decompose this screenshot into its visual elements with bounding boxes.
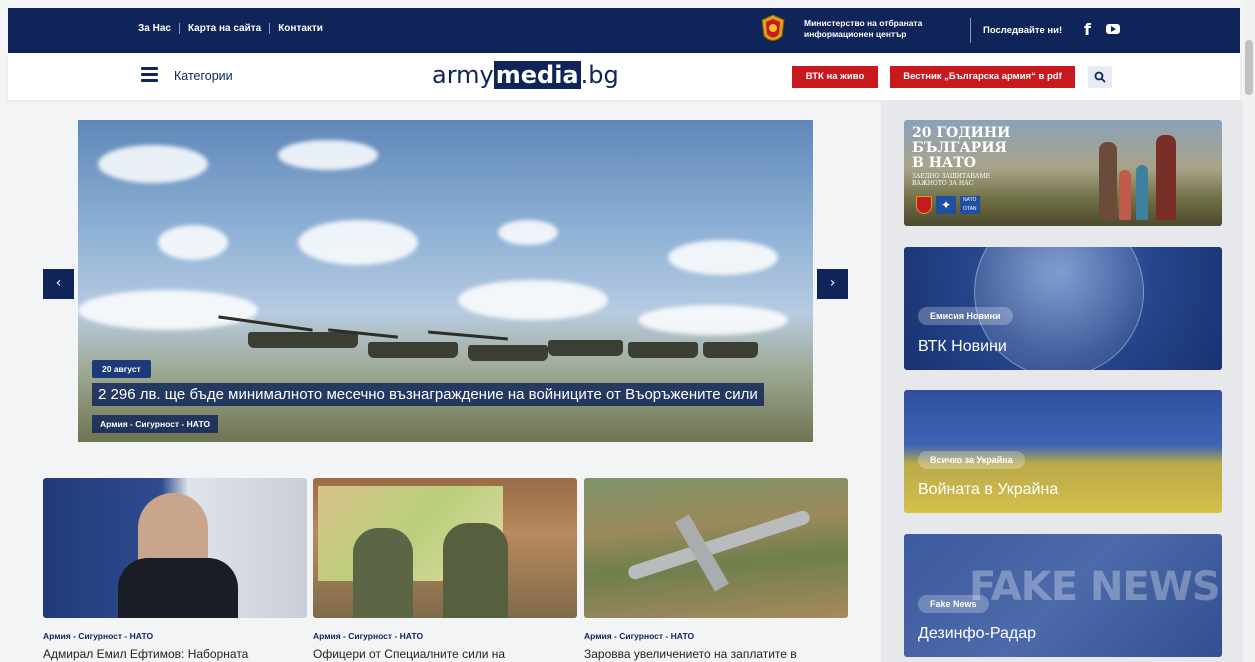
vtk-label: Емисия Новини: [918, 307, 1013, 325]
categories-label[interactable]: Категории: [174, 69, 233, 83]
ukraine-title: Войната в Украйна: [918, 481, 1059, 498]
family-figure: [1099, 142, 1117, 220]
nato-line-1: 20 ГОДИНИ: [912, 125, 1011, 141]
tank: [468, 345, 548, 361]
scrollbar[interactable]: [1243, 0, 1255, 662]
card-category[interactable]: Армия - Сигурност - НАТО: [584, 631, 848, 641]
menu-icon[interactable]: [141, 67, 158, 82]
soldier-figure: [443, 523, 508, 618]
slider-prev-button[interactable]: ‹: [43, 269, 74, 299]
logo-army: army: [432, 61, 494, 89]
facebook-icon[interactable]: f: [1084, 20, 1091, 39]
nato-star-icon: ✦: [936, 196, 956, 214]
cloud: [458, 280, 608, 320]
nato-badge-line-2: OTAN: [963, 206, 977, 212]
page: За Нас Карта на сайта Контакти Министерс…: [0, 0, 1255, 662]
slider-next-button[interactable]: ›: [817, 269, 848, 299]
card-title[interactable]: Адмирал Емил Ефтимов: Наборната: [43, 647, 307, 661]
card-image: [313, 478, 577, 618]
cloud: [638, 305, 788, 335]
hero-category-badge[interactable]: Армия - Сигурност - НАТО: [92, 415, 219, 433]
hero-date-badge: 20 август: [92, 360, 151, 378]
top-links: За Нас Карта на сайта Контакти: [138, 23, 331, 34]
bulgaria-crest-icon: [916, 196, 932, 214]
card-title[interactable]: Офицери от Специалните сили на: [313, 647, 577, 661]
top-bar: За Нас Карта на сайта Контакти Министерс…: [8, 8, 1240, 53]
divider: [970, 18, 971, 43]
family-figure: [1156, 135, 1176, 220]
about-link[interactable]: За Нас: [138, 23, 179, 34]
card-category[interactable]: Армия - Сигурност - НАТО: [43, 631, 307, 641]
nato-banner[interactable]: 20 ГОДИНИ БЪЛГАРИЯ В НАТО ЗАЕДНО ЗАЩИТАВ…: [904, 120, 1222, 226]
search-button[interactable]: [1088, 66, 1112, 88]
family-figure: [1136, 165, 1148, 220]
cloud: [498, 220, 558, 245]
nato-badge: NATO OTAN: [960, 196, 980, 214]
nato-badge-line-1: NATO: [963, 197, 977, 203]
site-logo[interactable]: armymedia.bg: [432, 61, 619, 89]
cloud: [278, 140, 378, 170]
news-card[interactable]: Армия - Сигурност - НАТО Заровва увеличе…: [584, 478, 848, 661]
uniform: [118, 558, 238, 618]
cloud: [98, 145, 208, 183]
logo-media: media: [493, 61, 581, 89]
hero-headline[interactable]: 2 296 лв. ще бъде минималното месечно въ…: [92, 383, 764, 406]
ministry-text[interactable]: Министерство на отбраната информационен …: [804, 18, 969, 40]
nato-banner-subtitle: ЗАЕДНО ЗАЩИТАВАМЕ ВАЖНОТО ЗА НАС: [912, 173, 990, 187]
ukraine-label: Всичко за Украйна: [918, 451, 1025, 469]
fake-news-watermark: FAKE NEWS: [969, 564, 1221, 610]
nato-banner-title: 20 ГОДИНИ БЪЛГАРИЯ В НАТО: [912, 126, 1010, 171]
youtube-icon[interactable]: [1106, 24, 1120, 34]
newspaper-pdf-button[interactable]: Вестник „Българска армия“ в pdf: [890, 66, 1075, 88]
logo-bg: .bg: [580, 61, 619, 89]
family-figure: [1119, 170, 1131, 220]
card-image: [584, 478, 848, 618]
ministry-line-2: информационен център: [804, 29, 907, 39]
ministry-line-1: Министерство на отбраната: [804, 18, 923, 28]
coat-of-arms-icon[interactable]: [760, 14, 786, 46]
search-icon: [1094, 71, 1106, 83]
tank: [248, 332, 358, 348]
contacts-link[interactable]: Контакти: [269, 23, 331, 34]
cloud: [668, 240, 778, 275]
nato-sub-2: ВАЖНОТО ЗА НАС: [912, 180, 974, 187]
fake-news-label: Fake News: [918, 595, 989, 613]
card-image: [43, 478, 307, 618]
cloud: [78, 290, 258, 330]
nav-bar: Категории armymedia.bg ВТК на живо Вестн…: [8, 53, 1240, 100]
sitemap-link[interactable]: Карта на сайта: [178, 23, 269, 34]
tank: [628, 342, 698, 358]
cloud: [158, 225, 228, 260]
hero-slide[interactable]: 20 август 2 296 лв. ще бъде минималното …: [78, 120, 813, 442]
live-tv-button[interactable]: ВТК на живо: [792, 66, 878, 88]
disinfo-banner[interactable]: FAKE NEWS Fake News Дезинфо-Радар: [904, 534, 1222, 657]
tank: [368, 342, 458, 358]
vtk-title: ВТК Новини: [918, 338, 1007, 355]
follow-us-label: Последвайте ни!: [983, 25, 1063, 36]
soldier-figure: [353, 528, 413, 618]
news-card[interactable]: Армия - Сигурност - НАТО Офицери от Спец…: [313, 478, 577, 661]
cloud: [298, 220, 418, 265]
nato-sub-1: ЗАЕДНО ЗАЩИТАВАМЕ: [912, 173, 990, 180]
tank: [548, 340, 623, 356]
vtk-news-banner[interactable]: Емисия Новини ВТК Новини: [904, 247, 1222, 370]
card-category[interactable]: Армия - Сигурност - НАТО: [313, 631, 577, 641]
nato-line-3: В НАТО: [912, 155, 976, 171]
ukraine-banner[interactable]: Всичко за Украйна Войната в Украйна: [904, 390, 1222, 513]
tank: [703, 342, 758, 358]
card-title[interactable]: Заровва увеличението на заплатите в: [584, 647, 848, 661]
news-card[interactable]: Армия - Сигурност - НАТО Адмирал Емил Еф…: [43, 478, 307, 661]
scrollbar-thumb[interactable]: [1245, 40, 1253, 95]
nato-line-2: БЪЛГАРИЯ: [912, 140, 1007, 156]
disinfo-title: Дезинфо-Радар: [918, 625, 1037, 642]
